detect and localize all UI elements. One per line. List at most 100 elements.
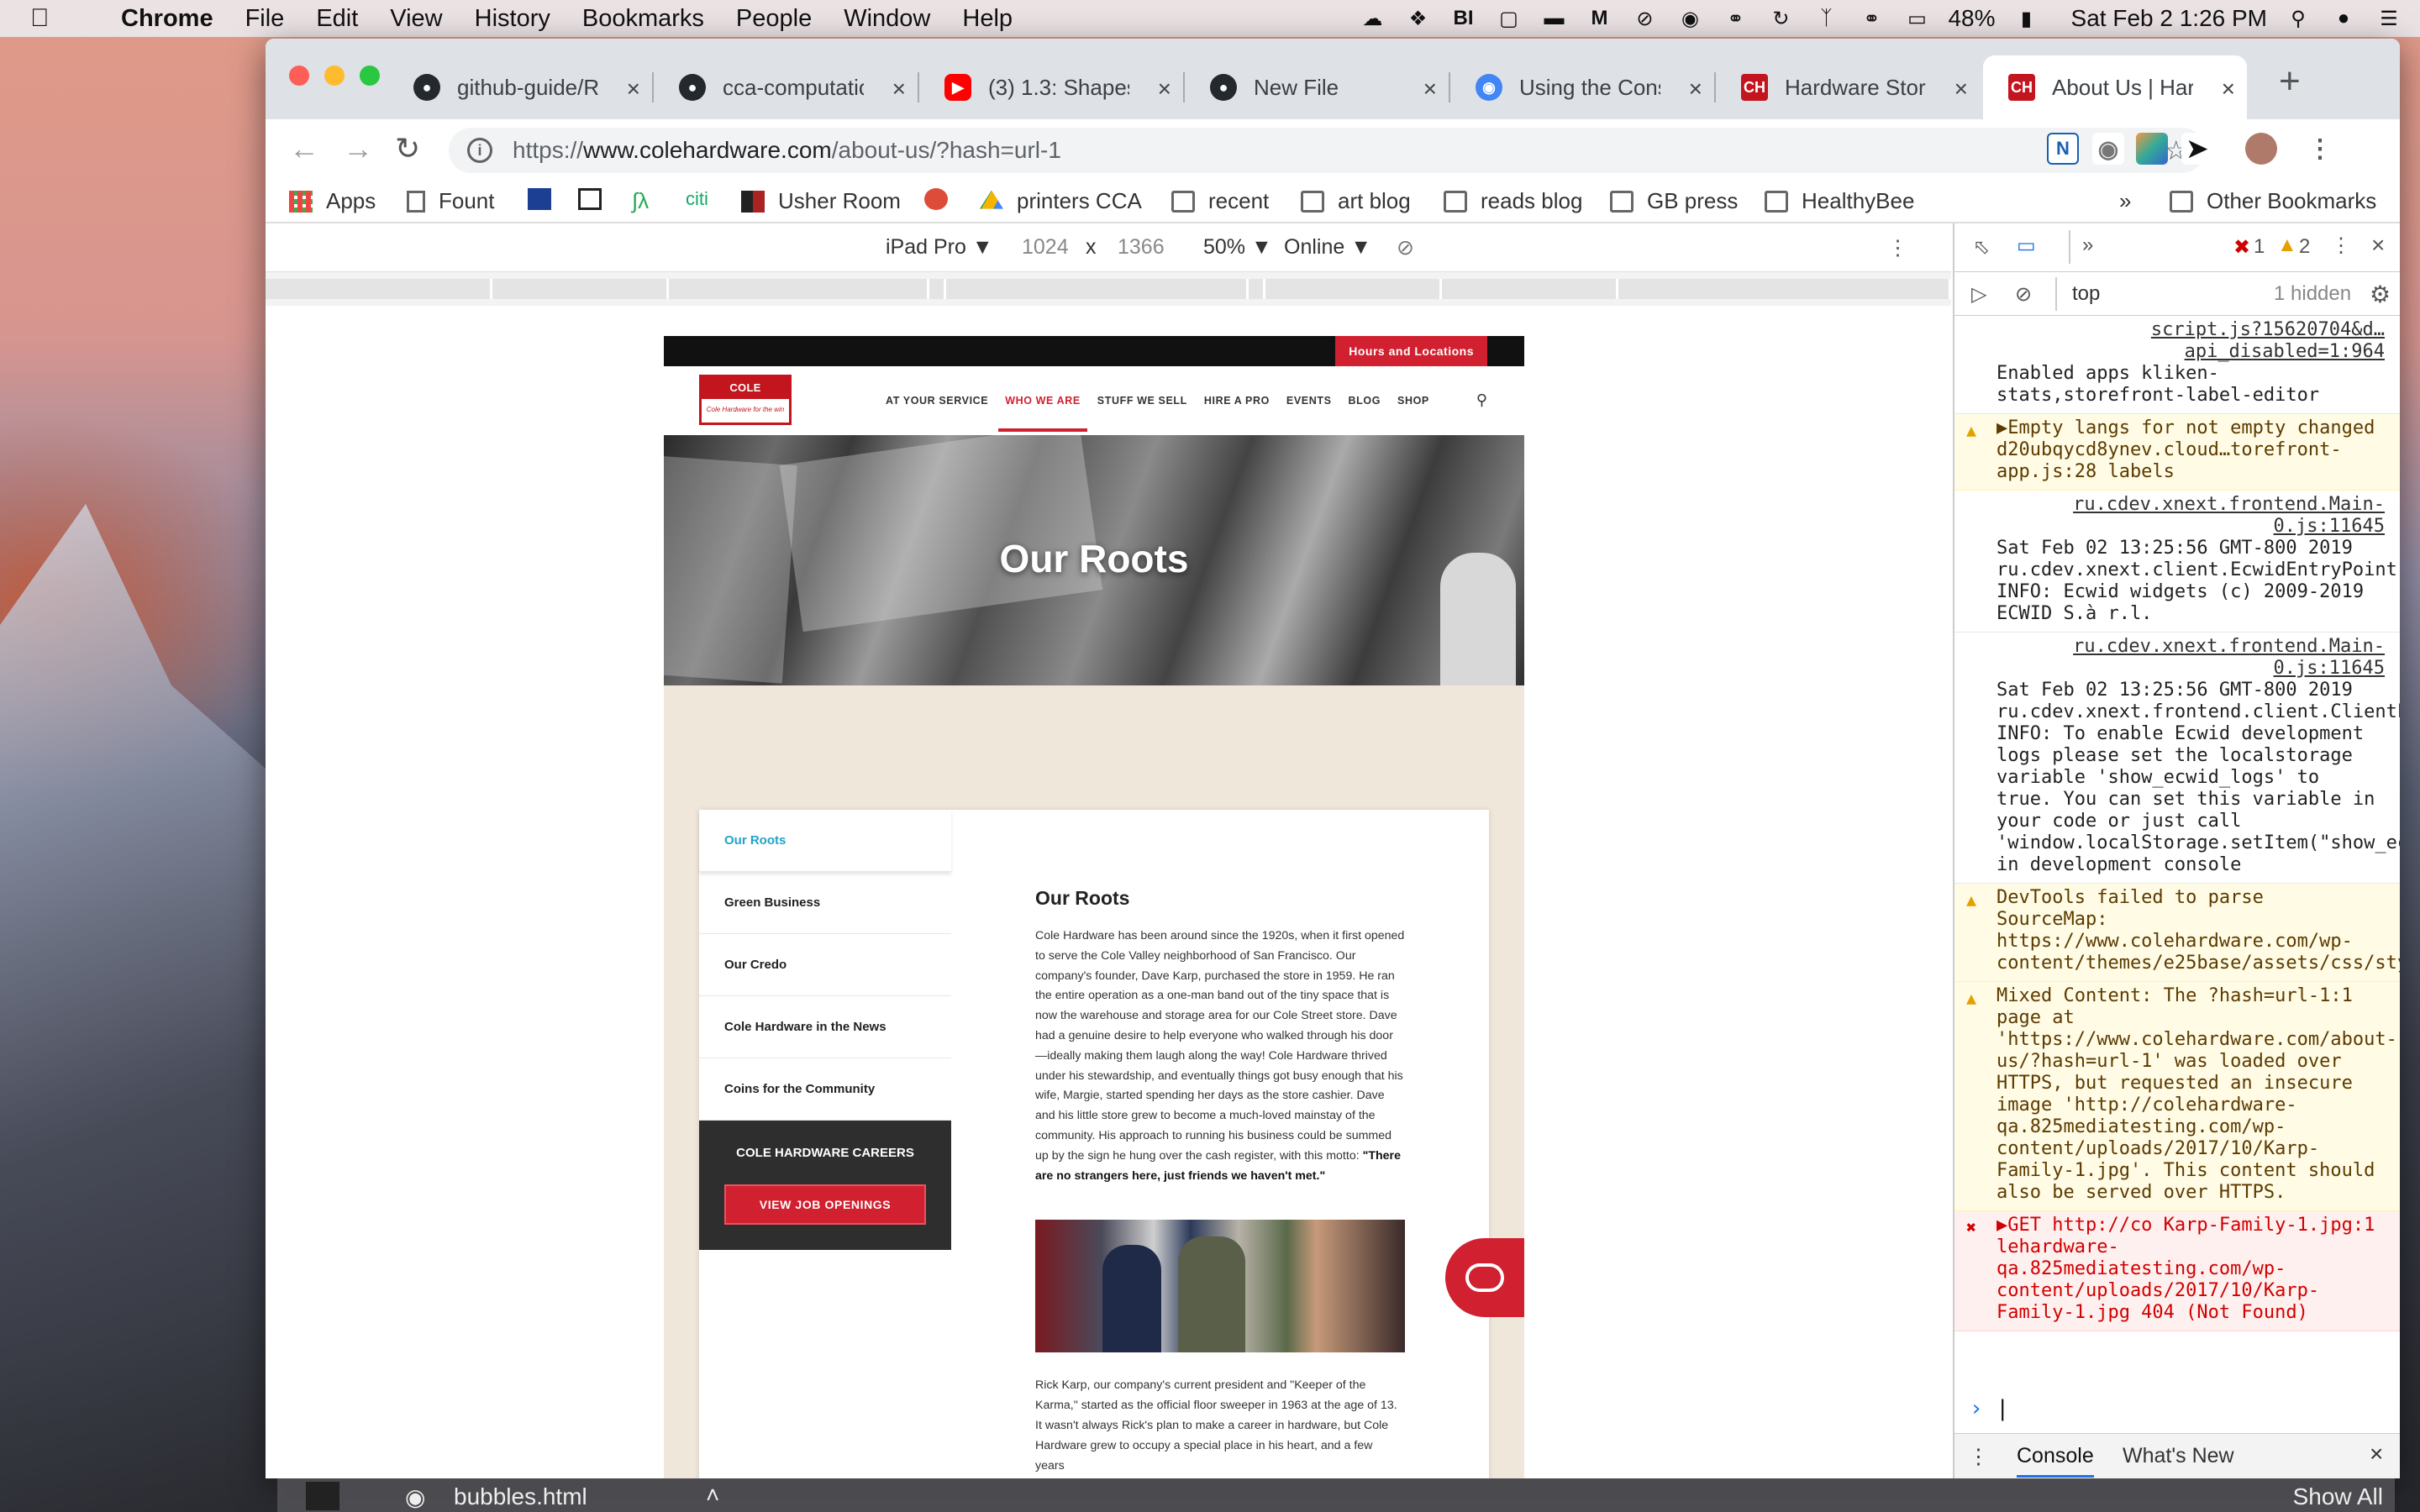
inspect-element-icon[interactable]: ⬁ xyxy=(1973,235,1990,260)
address-url[interactable]: https://www.colehardware.com/about-us/?h… xyxy=(513,137,1061,164)
menu-file[interactable]: File xyxy=(245,5,285,33)
citi-icon[interactable]: citi xyxy=(686,188,708,210)
rotate-device-icon[interactable]: ⊘ xyxy=(1397,235,1414,260)
airplay-icon[interactable]: ▭ xyxy=(1902,6,1931,31)
menu-history[interactable]: History xyxy=(475,5,550,33)
close-tab-icon[interactable]: × xyxy=(892,76,906,102)
close-tab-icon[interactable]: × xyxy=(627,76,640,102)
sidebar-item-our-credo[interactable]: Our Credo xyxy=(699,934,951,996)
bluetooth-icon[interactable]: ᛉ xyxy=(1812,6,1840,31)
bookmark-other-bookmarks[interactable]: Other Bookmarks xyxy=(2170,188,2376,214)
site-info-icon[interactable]: i xyxy=(467,138,492,163)
do-not-disturb-icon[interactable]: ⊘ xyxy=(1630,6,1659,31)
log-source-link[interactable]: ru.cdev.xnext.frontend.Main-0.js:11645 xyxy=(1996,494,2385,538)
bookmark-film-icon[interactable] xyxy=(578,188,615,210)
close-drawer-icon[interactable]: × xyxy=(2370,1441,2383,1467)
menu-edit[interactable]: Edit xyxy=(316,5,358,33)
zoom-window-button[interactable] xyxy=(360,66,380,86)
bookmark-fount[interactable]: Fount xyxy=(407,188,495,214)
nav-at-your-service[interactable]: AT YOUR SERVICE xyxy=(886,395,988,407)
zoom-select[interactable]: 50% ▼ xyxy=(1203,235,1272,260)
bookmark-gb-press[interactable]: GB press xyxy=(1610,188,1738,214)
close-tab-icon[interactable]: × xyxy=(1689,76,1702,102)
close-window-button[interactable] xyxy=(289,66,309,86)
console-settings-gear-icon[interactable]: ⚙ xyxy=(2370,281,2391,308)
device-toolbar-menu-icon[interactable]: ⋮ xyxy=(1887,235,1908,260)
app-tray-icon[interactable]: ▢ xyxy=(1494,6,1523,31)
tab-youtube-shapes[interactable]: ▶ (3) 1.3: Shapes & × xyxy=(919,55,1183,119)
nav-who-we-are[interactable]: WHO WE ARE xyxy=(998,395,1087,432)
bookmarks-overflow-button[interactable]: » xyxy=(2119,188,2131,214)
battery-icon[interactable]: ▮ xyxy=(2012,6,2041,31)
cole-hardware-logo[interactable]: COLE HARDWARE Cole Hardware for the win xyxy=(699,375,792,425)
bookmark-usher-room[interactable]: Usher Room xyxy=(741,188,901,214)
sidebar-item-coins-community[interactable]: Coins for the Community xyxy=(699,1058,951,1121)
toggle-device-toolbar-icon[interactable]: ▭ xyxy=(2017,234,2036,258)
notification-center-icon[interactable]: ☰ xyxy=(2375,6,2403,31)
close-tab-icon[interactable]: × xyxy=(1423,76,1437,102)
nav-shop[interactable]: SHOP xyxy=(1397,395,1429,407)
forward-arrow-icon[interactable]: → xyxy=(343,131,373,166)
bookmark-reads-blog[interactable]: reads blog xyxy=(1444,188,1582,214)
sidebar-item-in-the-news[interactable]: Cole Hardware in the News xyxy=(699,996,951,1058)
focus-icon[interactable]: ◉ xyxy=(1676,6,1704,31)
viewport-height-input[interactable]: 1366 xyxy=(1118,235,1165,260)
sidebar-item-green-business[interactable]: Green Business xyxy=(699,872,951,934)
hours-locations-link[interactable]: Hours and Locations xyxy=(1335,336,1487,366)
nav-blog[interactable]: BLOG xyxy=(1349,395,1381,407)
devtools-menu-icon[interactable]: ⋮ xyxy=(2331,234,2351,258)
new-tab-button[interactable]: + xyxy=(2279,60,2301,102)
download-file-name[interactable]: bubbles.html xyxy=(454,1483,587,1510)
spotlight-search-icon[interactable]: ⚲ xyxy=(2284,6,2312,31)
close-devtools-icon[interactable]: × xyxy=(2371,232,2385,259)
extension-n-icon[interactable]: N xyxy=(2047,133,2079,165)
menu-help[interactable]: Help xyxy=(962,5,1013,33)
dropbox-icon[interactable]: ❖ xyxy=(1403,6,1432,31)
warning-count-icon[interactable]: ▲ xyxy=(2277,234,2297,257)
profile-avatar[interactable] xyxy=(2245,133,2277,165)
sidebar-item-our-roots[interactable]: Our Roots xyxy=(699,810,951,872)
menu-app-name[interactable]: Chrome xyxy=(121,5,213,33)
viewport-width-input[interactable]: 1024 xyxy=(1022,235,1069,260)
address-bar[interactable]: i https://www.colehardware.com/about-us/… xyxy=(449,128,2205,173)
error-count-icon[interactable]: ✖ xyxy=(2233,235,2250,260)
error-count[interactable]: 1 xyxy=(2254,235,2265,259)
show-sidebar-icon[interactable]: ▷ xyxy=(1971,282,1986,307)
media-query-ruler[interactable] xyxy=(266,272,1951,306)
close-tab-icon[interactable]: × xyxy=(2222,76,2235,102)
apple-menu-icon[interactable]:  xyxy=(30,4,67,33)
clear-console-icon[interactable]: ⊘ xyxy=(2015,282,2032,307)
gmail-icon[interactable]: M xyxy=(1585,6,1613,31)
wifi-icon[interactable]: ⚭ xyxy=(1857,6,1886,31)
creative-cloud-icon[interactable]: ☁ xyxy=(1358,6,1386,31)
network-throttle-select[interactable]: Online ▼ xyxy=(1284,235,1371,260)
bookmark-script-icon[interactable]: ∫λ xyxy=(632,188,649,214)
bookmark-recent[interactable]: recent xyxy=(1171,188,1269,214)
tab-using-console[interactable]: ◉ Using the Conso × xyxy=(1450,55,1714,119)
bar-icon[interactable]: ▬ xyxy=(1539,6,1568,31)
google-plus-icon[interactable] xyxy=(924,188,961,210)
drawer-tab-whats-new[interactable]: What's New xyxy=(2123,1444,2234,1468)
siri-icon[interactable]: ● xyxy=(2329,6,2358,31)
tab-github-guide[interactable]: ● github-guide/RE × xyxy=(388,55,652,119)
time-machine-icon[interactable]: ↻ xyxy=(1766,6,1795,31)
glasses-icon[interactable]: ⚭ xyxy=(1721,6,1749,31)
warning-count[interactable]: 2 xyxy=(2299,235,2310,259)
minimize-window-button[interactable] xyxy=(324,66,345,86)
tab-hardware-store[interactable]: CH Hardware Store × xyxy=(1716,55,1980,119)
view-job-openings-button[interactable]: VIEW JOB OPENINGS xyxy=(724,1184,926,1225)
bi-icon[interactable]: BI xyxy=(1449,6,1477,31)
close-tab-icon[interactable]: × xyxy=(1954,76,1968,102)
menubar-clock[interactable]: Sat Feb 2 1:26 PM xyxy=(2071,5,2267,32)
nav-events[interactable]: EVENTS xyxy=(1286,395,1332,407)
back-arrow-icon[interactable]: ← xyxy=(289,131,319,166)
weather-channel-icon[interactable] xyxy=(528,188,565,210)
camera-extension-icon[interactable]: ◉ xyxy=(2092,133,2124,165)
device-select[interactable]: iPad Pro ▼ xyxy=(886,235,993,260)
menu-window[interactable]: Window xyxy=(844,5,930,33)
tab-cca-computation[interactable]: ● cca-computation × xyxy=(654,55,918,119)
menu-people[interactable]: People xyxy=(736,5,812,33)
nav-hire-a-pro[interactable]: HIRE A PRO xyxy=(1204,395,1270,407)
reload-icon[interactable]: ↻ xyxy=(395,131,420,166)
bookmark-printers-cca[interactable]: printers CCA xyxy=(980,188,1142,214)
